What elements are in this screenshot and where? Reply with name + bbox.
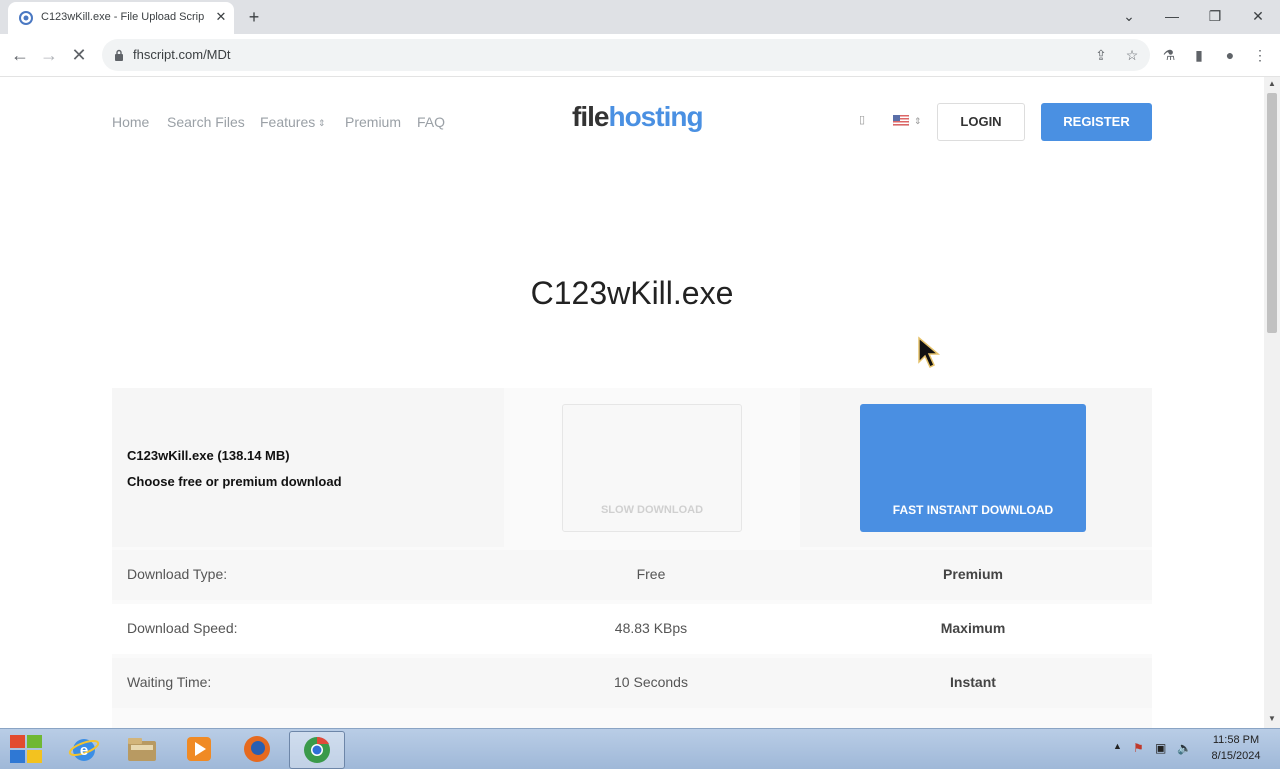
browser-tab[interactable]: C123wKill.exe - File Upload Script ✕ <box>8 2 234 34</box>
url-text[interactable]: fhscript.com/MDt <box>133 47 231 62</box>
lock-icon <box>115 49 123 61</box>
row-premium-value: Instant <box>950 674 996 690</box>
action-center-flag-icon[interactable]: ⚑ <box>1133 741 1144 755</box>
stop-loading-icon[interactable]: ✕ <box>68 44 90 66</box>
chrome-icon <box>304 736 330 763</box>
tab-strip: C123wKill.exe - File Upload Script ✕ + ⌄… <box>0 0 1280 34</box>
address-bar[interactable]: fhscript.com/MDt ⇪ ☆ <box>102 39 1150 71</box>
slow-download-label: SLOW DOWNLOAD <box>600 504 704 516</box>
start-button-icon[interactable] <box>4 731 50 767</box>
internet-explorer-icon[interactable]: e <box>68 733 100 765</box>
logo-text-file: file <box>572 101 609 132</box>
minimize-button[interactable]: — <box>1159 5 1185 27</box>
profile-avatar-icon[interactable]: ● <box>1221 46 1239 64</box>
show-hidden-icons-icon[interactable]: ▲ <box>1113 741 1122 751</box>
nav-premium[interactable]: Premium <box>345 114 401 130</box>
bookmark-star-icon[interactable]: ☆ <box>1123 46 1141 64</box>
scroll-up-arrow-icon[interactable]: ▲ <box>1264 77 1280 91</box>
menu-kebab-icon[interactable]: ⋮ <box>1251 46 1269 64</box>
us-flag-icon[interactable] <box>893 115 909 126</box>
table-row: Download Type: Free Premium <box>112 550 1152 600</box>
file-name-size: C123wKill.exe (138.14 MB) <box>127 448 290 463</box>
back-arrow-icon[interactable]: ← <box>9 44 31 66</box>
nav-features[interactable]: Features <box>260 114 315 130</box>
register-button[interactable]: REGISTER <box>1041 103 1152 141</box>
nav-search-files[interactable]: Search Files <box>167 114 245 130</box>
nav-faq[interactable]: FAQ <box>417 114 445 130</box>
network-icon[interactable]: ▣ <box>1155 741 1166 755</box>
browser-toolbar: ← → ✕ fhscript.com/MDt ⇪ ☆ ⚗ ▮ ● ⋮ <box>0 34 1280 77</box>
new-tab-button[interactable]: + <box>244 7 264 27</box>
share-icon[interactable]: ⇪ <box>1092 46 1110 64</box>
table-row: Waiting Time: 10 Seconds Instant <box>112 658 1152 708</box>
page-scrollbar[interactable]: ▲ ▼ <box>1264 77 1280 728</box>
forward-arrow-icon[interactable]: → <box>38 44 60 66</box>
mouse-pointer-icon <box>918 336 941 369</box>
login-button[interactable]: LOGIN <box>937 103 1025 141</box>
row-premium-value: Premium <box>943 566 1003 582</box>
row-free-value: 48.83 KBps <box>614 620 688 636</box>
clock-time[interactable]: 11:58 PM <box>1206 734 1266 746</box>
row-label: Download Speed: <box>127 620 238 636</box>
svg-text:e: e <box>80 742 88 759</box>
nav-home[interactable]: Home <box>112 114 149 130</box>
close-window-button[interactable]: ✕ <box>1245 5 1271 27</box>
choose-download-text: Choose free or premium download <box>127 474 342 489</box>
volume-icon[interactable]: 🔈 <box>1177 741 1192 755</box>
restore-button[interactable]: ❐ <box>1202 5 1228 27</box>
row-free-value: Free <box>636 566 666 582</box>
slow-download-button[interactable]: SLOW DOWNLOAD <box>562 404 742 532</box>
firefox-icon[interactable] <box>241 733 273 765</box>
chrome-taskbar-button[interactable] <box>289 731 345 769</box>
row-label: Waiting Time: <box>127 674 212 690</box>
media-player-icon[interactable] <box>183 733 215 765</box>
logo-text-hosting: hosting <box>608 101 703 132</box>
side-panel-icon[interactable]: ▮ <box>1190 46 1208 64</box>
language-dropdown-icon[interactable]: ⇕ <box>914 116 922 127</box>
tab-search-icon[interactable]: ⌄ <box>1116 5 1142 27</box>
scroll-thumb[interactable] <box>1267 93 1277 333</box>
row-label: Download Type: <box>127 566 228 582</box>
tab-title: C123wKill.exe - File Upload Script <box>41 11 204 23</box>
dark-mode-toggle-icon[interactable]: ▯ <box>859 113 865 126</box>
row-free-value: 10 Seconds <box>614 674 688 690</box>
fast-download-button[interactable]: FAST INSTANT DOWNLOAD <box>860 404 1086 532</box>
page-title: C123wKill.exe <box>530 275 734 311</box>
tab-close-icon[interactable]: ✕ <box>213 9 229 25</box>
extensions-icon[interactable]: ⚗ <box>1160 46 1178 64</box>
file-explorer-icon[interactable] <box>126 733 158 765</box>
fast-download-label: FAST INSTANT DOWNLOAD <box>892 503 1054 517</box>
scroll-down-arrow-icon[interactable]: ▼ <box>1264 712 1280 726</box>
site-favicon-icon <box>19 11 33 25</box>
web-page: Home Search Files Features ⇕ Premium FAQ… <box>0 77 1264 728</box>
site-logo[interactable]: filehosting <box>572 101 704 133</box>
table-row: Download Speed: 48.83 KBps Maximum <box>112 604 1152 654</box>
row-premium-value: Maximum <box>940 620 1006 636</box>
info-cell <box>112 388 504 547</box>
windows-taskbar: e ▲ ⚑ ▣ 🔈 11:58 PM 8/15/2024 <box>0 728 1280 769</box>
features-dropdown-icon[interactable]: ⇕ <box>318 118 326 129</box>
clock-date[interactable]: 8/15/2024 <box>1206 750 1266 762</box>
download-options-panel: C123wKill.exe (138.14 MB) Choose free or… <box>112 388 1152 728</box>
